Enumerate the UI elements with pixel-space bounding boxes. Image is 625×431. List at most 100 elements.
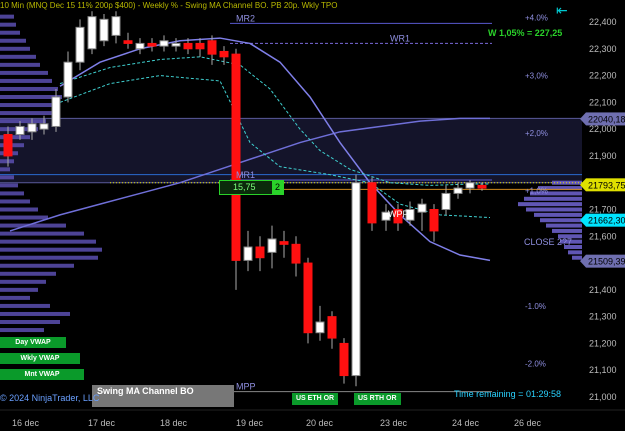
price-chart[interactable]: 22,40022,30022,20022,10022,00021,90021,8… bbox=[0, 0, 625, 431]
y-tick-label: 21,100 bbox=[589, 365, 617, 375]
tpo-profile-bar bbox=[0, 38, 26, 43]
x-tick-label: 24 dec bbox=[452, 418, 480, 428]
y-tick-label: 22,400 bbox=[589, 17, 617, 27]
candle-body bbox=[255, 246, 265, 259]
candle-body bbox=[39, 123, 49, 130]
candle-body bbox=[267, 238, 277, 253]
percent-label: -2.0% bbox=[525, 360, 546, 369]
x-tick-label: 16 dec bbox=[12, 418, 40, 428]
candle-body bbox=[75, 26, 85, 63]
candle-body bbox=[219, 50, 229, 58]
status-label: W 1,05% = 227,25 bbox=[488, 28, 563, 38]
candle-body bbox=[465, 182, 475, 189]
tpo-profile-bar bbox=[0, 271, 56, 276]
percent-label: -1.0% bbox=[525, 302, 546, 311]
x-tick-label: 17 dec bbox=[88, 418, 116, 428]
candle-body bbox=[135, 42, 145, 50]
tpo-profile-bar bbox=[0, 295, 30, 300]
x-tick-label: 26 dec bbox=[514, 418, 542, 428]
candle-body bbox=[291, 243, 301, 264]
tpo-profile-bar bbox=[0, 207, 38, 212]
tpo-profile-bar bbox=[0, 231, 84, 236]
vwap-day-button[interactable]: Day VWAP bbox=[0, 337, 66, 348]
tpo-profile-bar bbox=[0, 22, 16, 27]
percent-label: +4.0% bbox=[525, 14, 548, 23]
y-tick-label: 21,600 bbox=[589, 231, 617, 241]
candle-body bbox=[243, 246, 253, 261]
tpo-profile-bar bbox=[0, 328, 44, 333]
price-tag-label: 22040,18 bbox=[588, 114, 625, 124]
volume-profile-bar bbox=[540, 218, 582, 223]
position-price: 15,75 bbox=[233, 182, 256, 192]
candle-body bbox=[147, 42, 157, 47]
y-tick-label: 21,400 bbox=[589, 285, 617, 295]
vwap-monthly-button[interactable]: Mnt VWAP bbox=[0, 369, 84, 380]
tpo-profile-bar bbox=[0, 215, 48, 220]
tpo-profile-bar bbox=[0, 191, 24, 196]
y-tick-label: 22,300 bbox=[589, 44, 617, 54]
tpo-profile-bar bbox=[0, 263, 74, 268]
volume-profile-bar bbox=[552, 228, 582, 233]
y-tick-label: 21,000 bbox=[589, 392, 617, 402]
y-tick-label: 21,700 bbox=[589, 205, 617, 215]
candle-body bbox=[279, 241, 289, 245]
tpo-profile-bar bbox=[0, 311, 70, 316]
tpo-profile-bar bbox=[0, 111, 54, 116]
tpo-profile-bar bbox=[0, 320, 60, 324]
level-label: MR1 bbox=[236, 170, 255, 180]
tpo-profile-bar bbox=[0, 103, 60, 108]
tpo-profile-bar bbox=[0, 247, 102, 252]
volume-profile-bar bbox=[534, 212, 582, 217]
tpo-profile-bar bbox=[0, 46, 30, 51]
x-tick-label: 18 dec bbox=[160, 418, 188, 428]
tpo-profile-bar bbox=[0, 199, 30, 204]
candle-body bbox=[315, 321, 325, 334]
time-remaining: Time remaining = 01:29:58 bbox=[454, 389, 561, 399]
tpo-profile-bar bbox=[0, 62, 40, 67]
candle-body bbox=[477, 184, 487, 189]
price-tag-label: 21509,39 bbox=[588, 257, 625, 267]
volume-profile-bar bbox=[568, 250, 582, 255]
candle-body bbox=[429, 209, 439, 232]
tpo-profile-bar bbox=[0, 183, 18, 188]
tpo-profile-bar bbox=[0, 70, 48, 75]
y-tick-label: 22,100 bbox=[589, 97, 617, 107]
position-qty: 2 bbox=[272, 181, 283, 194]
candle-body bbox=[63, 61, 73, 98]
volume-profile-bar bbox=[546, 223, 582, 228]
value-area-band bbox=[0, 118, 582, 183]
level-label: WR1 bbox=[390, 33, 410, 43]
tpo-profile-bar bbox=[0, 30, 20, 35]
session-eth-button[interactable]: US ETH OR bbox=[292, 393, 339, 405]
price-tag-label: 21662,30 bbox=[588, 216, 625, 226]
tpo-profile-bar bbox=[0, 14, 14, 19]
candle-body bbox=[367, 182, 377, 224]
level-label: WPP bbox=[388, 209, 409, 219]
candle-body bbox=[417, 203, 427, 213]
candle-body bbox=[303, 262, 313, 334]
strategy-label: Swing MA Channel BO bbox=[97, 386, 194, 396]
session-rth-button[interactable]: US RTH OR bbox=[354, 393, 401, 405]
candle-body bbox=[183, 42, 193, 50]
percent-label: +3,0% bbox=[525, 71, 548, 80]
tpo-profile-bar bbox=[0, 167, 10, 172]
x-tick-label: 19 dec bbox=[236, 418, 264, 428]
candle-body bbox=[99, 18, 109, 42]
candle-body bbox=[171, 42, 181, 47]
tpo-profile-bar bbox=[0, 54, 36, 59]
x-tick-label: 23 dec bbox=[380, 418, 408, 428]
candle-body bbox=[231, 53, 241, 261]
vwap-weekly-button[interactable]: Wkly VWAP bbox=[0, 353, 80, 364]
position-box[interactable]: 15,75 2 bbox=[219, 180, 284, 195]
candle-body bbox=[111, 16, 121, 36]
candle-body bbox=[351, 182, 361, 377]
candle-body bbox=[327, 316, 337, 339]
y-tick-label: 22,200 bbox=[589, 71, 617, 81]
candle-body bbox=[27, 123, 37, 133]
y-tick-label: 22,000 bbox=[589, 124, 617, 134]
volume-profile-bar bbox=[524, 196, 582, 201]
tpo-profile-bar bbox=[0, 119, 46, 124]
tpo-profile-bar bbox=[0, 86, 58, 91]
percent-label: +2,0% bbox=[525, 129, 548, 138]
tpo-profile-bar bbox=[0, 78, 52, 83]
